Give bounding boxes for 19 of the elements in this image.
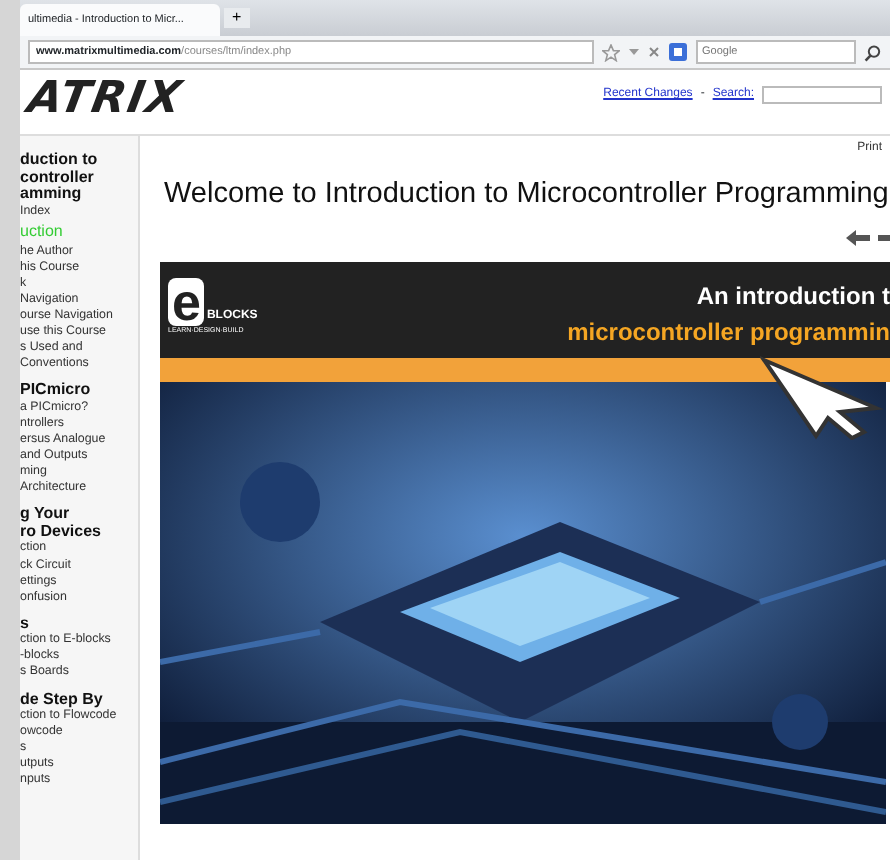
sidebar-heading: PICmicro	[20, 382, 93, 400]
cursor-icon	[760, 356, 884, 440]
eblocks-logo-letter: e	[168, 277, 205, 326]
site-logo[interactable]: ATRIX	[24, 78, 186, 122]
banner-heading: An introduction t	[694, 279, 890, 314]
dropdown-icon[interactable]	[628, 46, 640, 58]
close-icon[interactable]	[648, 46, 660, 58]
left-arrow-icon[interactable]	[846, 229, 870, 246]
new-tab-button[interactable]: +	[224, 8, 250, 28]
search-engine-icon[interactable]	[668, 42, 688, 62]
sidebar-heading: s	[20, 615, 31, 633]
banner-subheading: microcontroller programmin	[567, 315, 890, 350]
sidebar-heading: g Your ro Devices	[20, 506, 103, 541]
page-title: Welcome to Introduction to Microcontroller Programming	[164, 176, 890, 214]
sidebar-heading: de Step By	[20, 691, 103, 708]
search-icon[interactable]	[864, 43, 882, 61]
star-icon[interactable]	[602, 43, 620, 61]
sidebar-heading: duction to controller amming	[20, 152, 100, 203]
search-input[interactable]	[762, 86, 882, 104]
